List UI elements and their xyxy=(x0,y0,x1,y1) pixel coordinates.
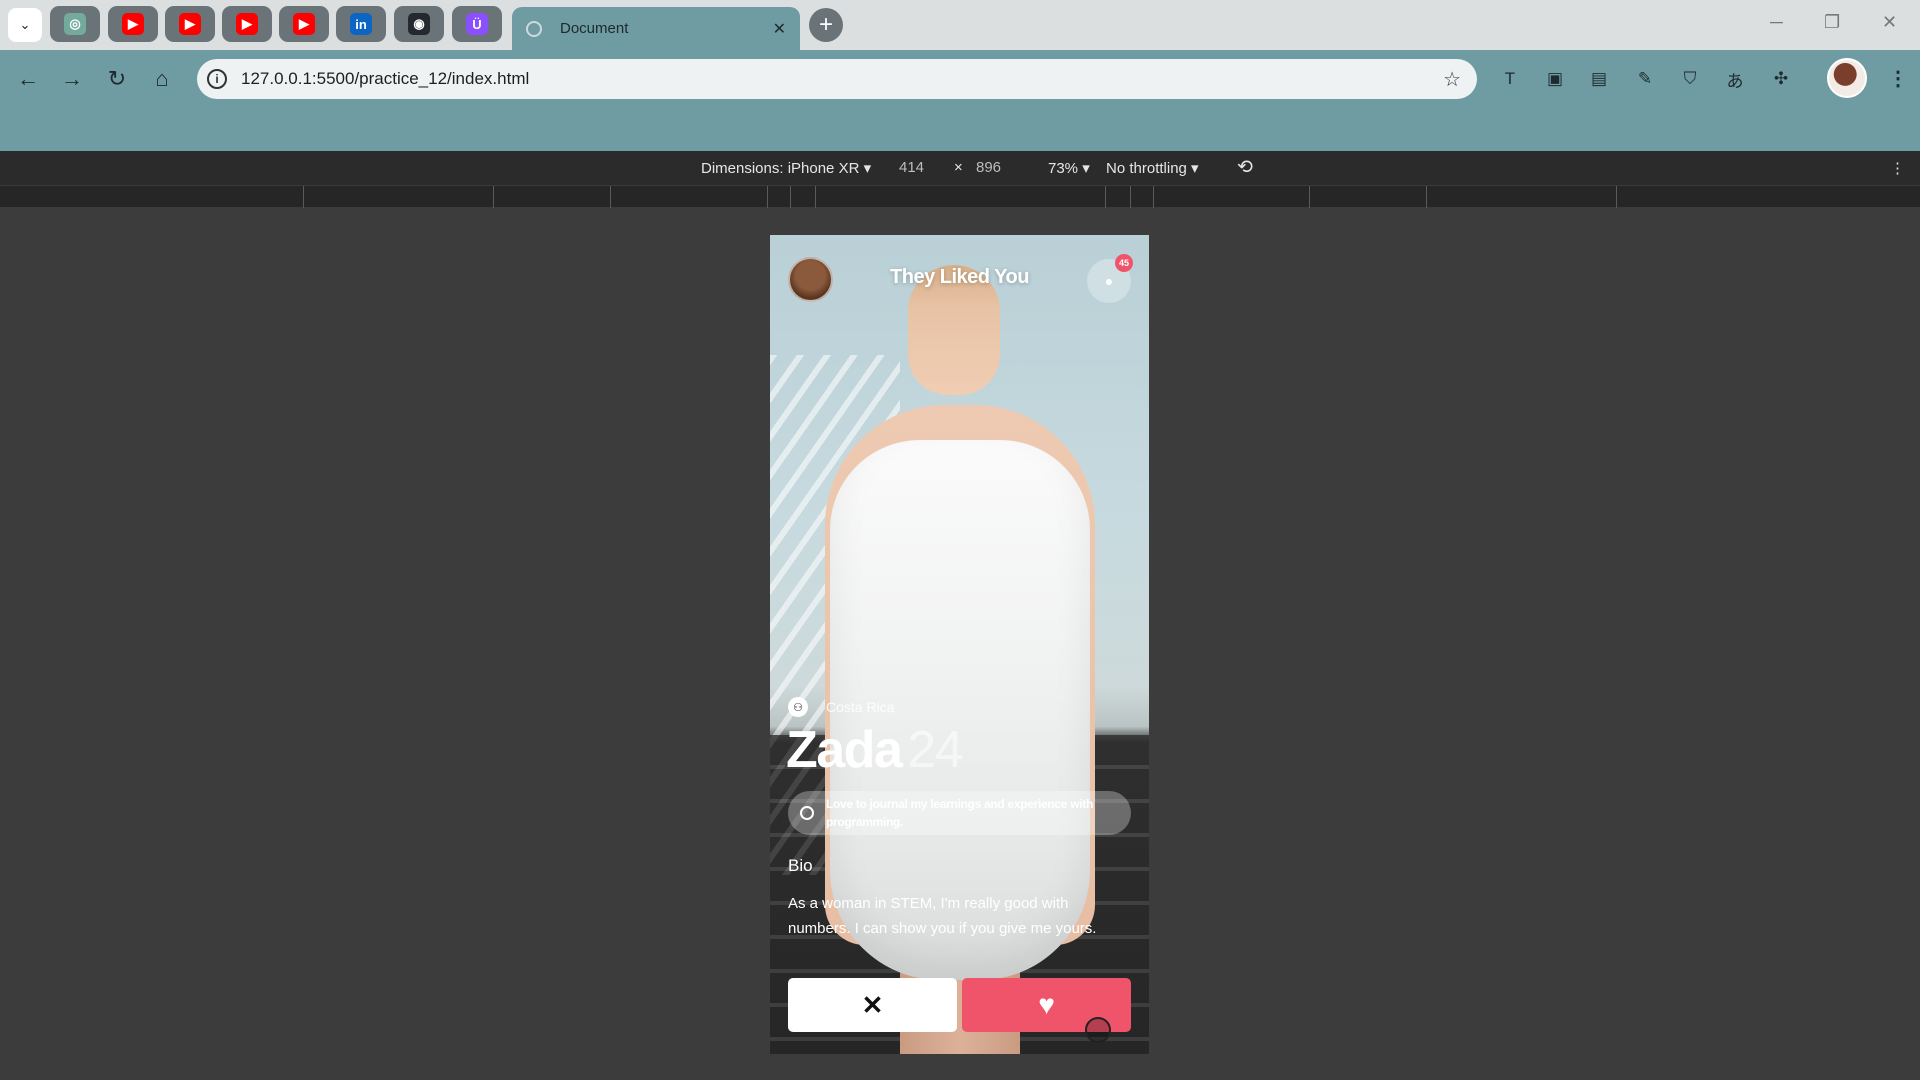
bio-heading: Bio xyxy=(788,856,813,875)
pinned-tab[interactable]: ◎ xyxy=(50,6,100,42)
tab-title: Document xyxy=(560,20,629,37)
back-icon[interactable]: ← xyxy=(12,63,44,95)
phone-viewport: They Liked You ● 45 ⚇ Costa Rica Zada 24 … xyxy=(770,235,1149,1054)
bookmark-star-icon[interactable]: ☆ xyxy=(1443,67,1461,92)
linkedin-icon: in xyxy=(350,13,372,35)
tab-close-icon[interactable]: ✕ xyxy=(773,19,786,39)
pinned-tab[interactable]: ▶ xyxy=(279,6,329,42)
browser-menu-icon[interactable]: ⋮ xyxy=(1888,66,1908,91)
reload-icon[interactable]: ↻ xyxy=(101,63,133,95)
youtube-icon: ▶ xyxy=(122,13,144,35)
chatgpt-icon: ◎ xyxy=(64,13,86,35)
eyedropper-icon[interactable]: ✎ xyxy=(1632,66,1658,92)
minimize-icon[interactable]: ─ xyxy=(1770,12,1783,33)
device-toolbar: Dimensions: iPhone XR ▾ 414 × 896 73% ▾ … xyxy=(0,151,1920,185)
pinned-tab[interactable]: ▶ xyxy=(165,6,215,42)
location-user-icon: ⚇ xyxy=(788,697,808,717)
browser-tab-strip: ⌄ ◎ ▶ ▶ ▶ ▶ in ◉ Ü Document ✕ + ─ ❐ ✕ xyxy=(0,0,1920,50)
chat-bubble-icon: ● xyxy=(1104,273,1114,289)
pinned-tab[interactable]: Ü xyxy=(452,6,502,42)
address-url[interactable]: 127.0.0.1:5500/practice_12/index.html xyxy=(241,69,529,89)
picture-in-picture-icon[interactable]: ▣ xyxy=(1542,66,1568,92)
youtube-icon: ▶ xyxy=(179,13,201,35)
browser-toolbar: ← → ↻ ⌂ i 127.0.0.1:5500/practice_12/ind… xyxy=(0,50,1920,108)
device-dimensions-select[interactable]: Dimensions: iPhone XR ▾ xyxy=(701,159,871,177)
close-icon: ✕ xyxy=(861,989,884,1020)
zoom-select[interactable]: 73% ▾ xyxy=(1048,159,1090,177)
close-window-icon[interactable]: ✕ xyxy=(1882,12,1897,33)
text-extension-icon[interactable]: T xyxy=(1497,66,1523,92)
heart-icon: ♥ xyxy=(1038,989,1055,1020)
youtube-icon: ▶ xyxy=(293,13,315,35)
site-info-icon[interactable]: i xyxy=(207,69,227,89)
profile-name-age: Zada 24 xyxy=(786,720,964,780)
bio-text: As a woman in STEM, I'm really good with… xyxy=(788,895,1097,937)
browser-chrome-spacer xyxy=(0,108,1920,151)
notification-badge: 45 xyxy=(1115,254,1133,272)
touch-cursor xyxy=(1085,1017,1111,1043)
status-ring-icon xyxy=(800,806,814,820)
tab-search-button[interactable]: ⌄ xyxy=(8,8,42,42)
location-text: Costa Rica xyxy=(826,699,895,715)
location-row: ⚇ Costa Rica xyxy=(788,697,894,717)
profile-name: Zada xyxy=(786,721,903,779)
maximize-icon[interactable]: ❐ xyxy=(1824,12,1840,33)
youtube-icon: ▶ xyxy=(236,13,258,35)
pinned-tab[interactable]: in xyxy=(336,6,386,42)
home-icon[interactable]: ⌂ xyxy=(146,63,178,95)
status-text: Love to journal my learnings and experie… xyxy=(826,797,1094,829)
status-pill: Love to journal my learnings and experie… xyxy=(788,791,1131,835)
reject-button[interactable]: ✕ xyxy=(788,978,957,1032)
shield-icon[interactable]: ⛉ xyxy=(1677,66,1703,92)
globe-icon xyxy=(526,20,542,37)
dimension-separator: × xyxy=(954,159,963,176)
proton-icon: Ü xyxy=(466,13,488,35)
new-tab-button[interactable]: + xyxy=(809,8,843,42)
reader-extension-icon[interactable]: ▤ xyxy=(1586,66,1612,92)
media-query-ruler[interactable] xyxy=(0,185,1920,208)
profile-avatar[interactable] xyxy=(1827,58,1867,98)
pinned-tab[interactable]: ▶ xyxy=(222,6,272,42)
forward-icon[interactable]: → xyxy=(56,63,88,95)
profile-age: 24 xyxy=(907,721,963,779)
github-icon: ◉ xyxy=(408,13,430,35)
device-width-input[interactable]: 414 xyxy=(899,159,924,176)
device-height-input[interactable]: 896 xyxy=(976,159,1001,176)
tab-document[interactable]: Document ✕ xyxy=(512,7,800,50)
device-toolbar-more-icon[interactable]: ⋮ xyxy=(1890,159,1905,177)
translate-icon[interactable]: あ xyxy=(1722,66,1748,92)
throttling-select[interactable]: No throttling ▾ xyxy=(1106,159,1199,177)
chevron-down-icon: ⌄ xyxy=(19,17,31,32)
extensions-puzzle-icon[interactable]: ✣ xyxy=(1768,66,1794,92)
rotate-icon[interactable]: ⟲ xyxy=(1237,156,1253,179)
pinned-tab[interactable]: ▶ xyxy=(108,6,158,42)
pinned-tab[interactable]: ◉ xyxy=(394,6,444,42)
address-bar[interactable]: i 127.0.0.1:5500/practice_12/index.html … xyxy=(197,59,1477,99)
